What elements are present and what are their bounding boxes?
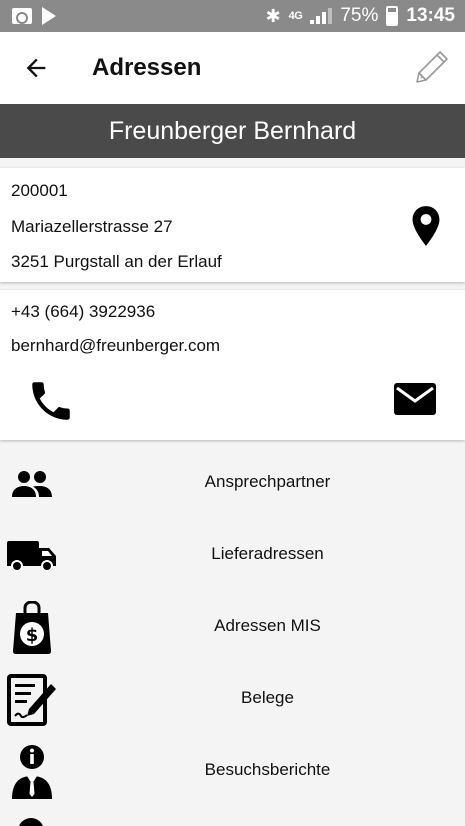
play-store-notification-icon — [42, 7, 56, 25]
battery-icon — [386, 6, 399, 26]
edit-button[interactable] — [413, 48, 451, 86]
menu-item-belege[interactable]: Belege — [0, 664, 465, 734]
bluetooth-icon: ✱ — [265, 5, 281, 26]
address-city: 3251 Purgstall an der Erlauf — [11, 252, 222, 271]
status-bar: ✱ 4G 75% 13:45 — [0, 0, 465, 32]
page-title: Adressen — [92, 54, 202, 81]
info-icon — [18, 818, 44, 826]
app-bar: Adressen — [0, 32, 465, 104]
truck-icon — [4, 528, 60, 584]
menu-item-label: Besuchsberichte — [204, 760, 331, 779]
menu-item-adressen-mis[interactable]: $ Adressen MIS — [0, 592, 465, 662]
contact-card: +43 (664) 3922936 bernhard@freunberger.c… — [0, 290, 465, 440]
menu-item-lieferadressen[interactable]: Lieferadressen — [0, 520, 465, 590]
battery-percent: 75% — [340, 5, 379, 26]
menu-item-label: Belege — [241, 688, 294, 707]
signal-icon — [310, 8, 333, 24]
document-edit-icon — [4, 672, 60, 728]
people-icon — [4, 456, 60, 512]
address-number: 200001 — [11, 181, 68, 200]
money-bag-icon: $ — [4, 600, 60, 656]
pencil-icon — [416, 51, 448, 83]
phone-number: +43 (664) 3922936 — [11, 302, 156, 321]
back-button[interactable] — [22, 54, 50, 82]
menu-item-partial[interactable] — [0, 808, 465, 826]
map-button[interactable] — [409, 204, 443, 248]
network-type: 4G — [288, 10, 303, 22]
menu-item-label: Ansprechpartner — [204, 472, 331, 491]
customer-name: Freunberger Bernhard — [108, 116, 357, 145]
menu-item-label: Adressen MIS — [214, 616, 321, 635]
call-button[interactable] — [26, 376, 76, 426]
email-button[interactable] — [393, 382, 437, 416]
svg-text:$: $ — [26, 625, 39, 646]
phone-icon — [32, 382, 70, 420]
person-info-icon — [4, 744, 60, 800]
menu-item-besuchsberichte[interactable]: Besuchsberichte — [0, 736, 465, 806]
menu-item-label: Lieferadressen — [211, 544, 324, 563]
outlook-notification-icon — [12, 8, 32, 24]
envelope-icon — [394, 383, 436, 415]
customer-name-banner: Freunberger Bernhard — [0, 104, 465, 158]
clock: 13:45 — [406, 5, 455, 26]
address-card: 200001 Mariazellerstrasse 27 3251 Purgst… — [0, 168, 465, 282]
map-pin-icon — [412, 206, 440, 246]
menu-item-ansprechpartner[interactable]: Ansprechpartner — [0, 448, 465, 518]
back-arrow-icon — [26, 58, 46, 78]
email-address: bernhard@freunberger.com — [11, 336, 221, 355]
address-street: Mariazellerstrasse 27 — [11, 217, 173, 236]
